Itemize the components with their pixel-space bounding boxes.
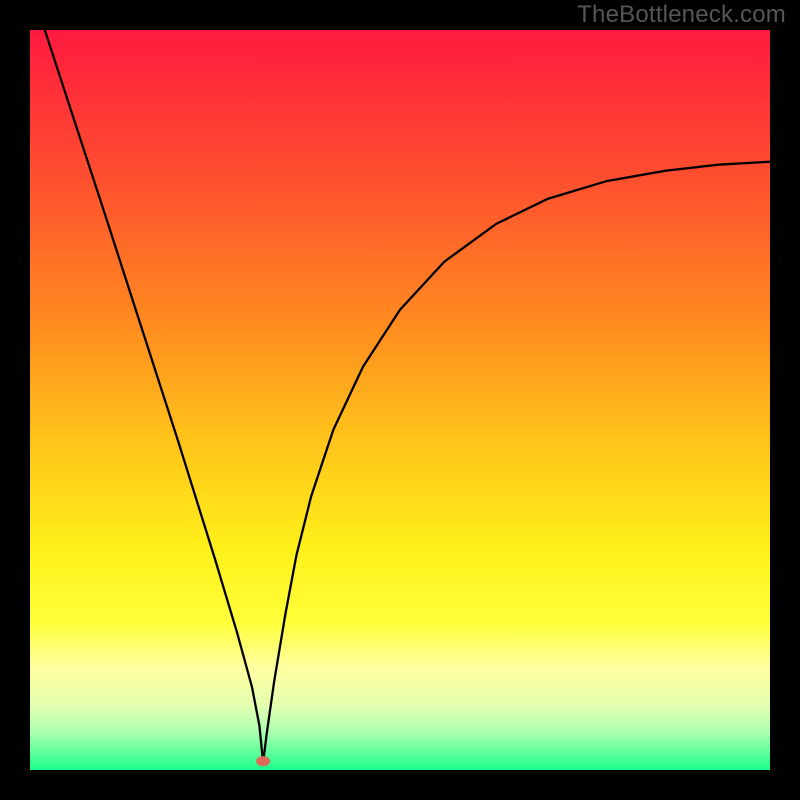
bottleneck-curve-chart — [30, 30, 770, 770]
chart-gradient-bg — [30, 30, 770, 770]
optimum-marker — [256, 756, 270, 766]
chart-frame: TheBottleneck.com — [0, 0, 800, 800]
watermark-label: TheBottleneck.com — [577, 1, 786, 29]
